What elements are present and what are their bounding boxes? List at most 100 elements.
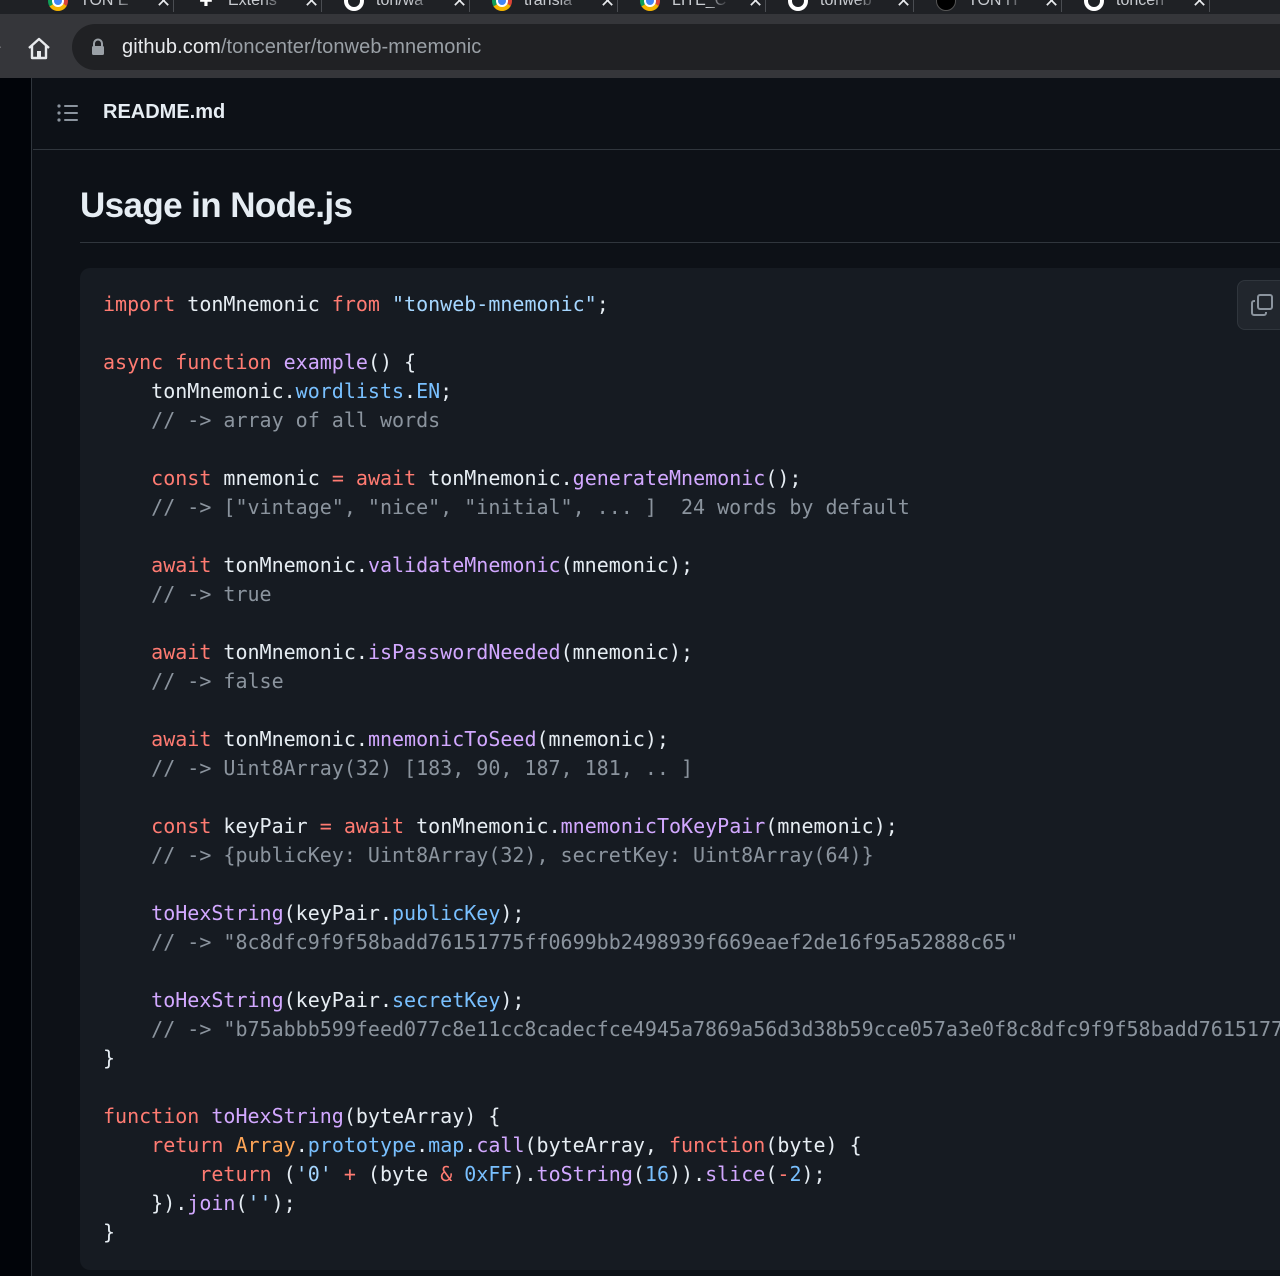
address-bar[interactable]: github.com/toncenter/tonweb-mnemonic: [72, 24, 1280, 70]
code-token: tonMnemonic.: [404, 814, 561, 838]
close-tab-icon[interactable]: ✕: [304, 0, 319, 10]
code-token: Array: [235, 1133, 296, 1157]
browser-tab[interactable]: transla ✕: [472, 0, 618, 12]
code-block: import tonMnemonic from "tonweb-mnemonic…: [80, 268, 1280, 1270]
chrome-icon: [48, 0, 68, 11]
dark-circle-icon: [936, 0, 956, 11]
code-token: toHexString: [211, 1104, 344, 1128]
code-token: // -> array of all words: [103, 408, 441, 432]
code-token: (mnemonic);: [765, 814, 898, 838]
tab-separator: [469, 0, 470, 12]
code-line: async function example() {: [103, 348, 1280, 377]
code-token: // -> false: [103, 669, 284, 693]
url-domain: github.com: [122, 35, 221, 58]
code-line: // -> "b75abbb599feed077c8e11cc8cadecfce…: [103, 1015, 1280, 1044]
url-text[interactable]: github.com/toncenter/tonweb-mnemonic: [122, 36, 481, 59]
code-token: mnemonicToSeed: [367, 727, 537, 751]
tab-separator: [1209, 0, 1210, 12]
code-token: .: [416, 1133, 429, 1157]
code-token: validateMnemonic: [367, 553, 561, 577]
close-tab-icon[interactable]: ✕: [748, 0, 763, 10]
code-token: const: [151, 814, 212, 838]
code-token: );: [500, 901, 525, 925]
code-token: call: [476, 1133, 525, 1157]
tab-title: TON H: [968, 0, 1018, 9]
code-token: .: [404, 379, 417, 403]
close-tab-icon[interactable]: ✕: [1192, 0, 1207, 10]
code-line: await tonMnemonic.validateMnemonic(mnemo…: [103, 551, 1280, 580]
browser-tab[interactable]: LITE_C ✕: [620, 0, 766, 12]
code-token: mnemonicToKeyPair: [560, 814, 766, 838]
tab-separator: [321, 0, 322, 12]
tab-separator: [1061, 0, 1062, 12]
code-token: from: [331, 292, 380, 316]
home-icon[interactable]: [26, 36, 52, 62]
code-token: tonMnemonic.: [211, 553, 368, 577]
lock-icon[interactable]: [90, 38, 106, 56]
code-token: 0xFF: [464, 1162, 513, 1186]
github-icon: [788, 0, 808, 11]
code-token: 16: [644, 1162, 670, 1186]
code-token: );: [500, 988, 525, 1012]
code-line: await tonMnemonic.isPasswordNeeded(mnemo…: [103, 638, 1280, 667]
code-token: .: [295, 1133, 308, 1157]
code-token: function: [103, 1104, 200, 1128]
code-token: (keyPair.: [283, 988, 392, 1012]
code-token: await: [151, 640, 212, 664]
code-line: function toHexString(byteArray) {: [103, 1102, 1280, 1131]
browser-tab[interactable]: TON H ✕: [916, 0, 1062, 12]
close-tab-icon[interactable]: ✕: [156, 0, 171, 10]
code-token: );: [801, 1162, 826, 1186]
close-tab-icon[interactable]: ✕: [600, 0, 615, 10]
browser-tab[interactable]: toncen ✕: [1064, 0, 1210, 12]
forward-icon[interactable]: ›: [0, 35, 6, 57]
browser-tab[interactable]: tonweb ✕: [768, 0, 914, 12]
code-line: toHexString(keyPair.secretKey);: [103, 986, 1280, 1015]
code-token: '': [247, 1191, 272, 1215]
code-content: import tonMnemonic from "tonweb-mnemonic…: [103, 290, 1280, 1247]
list-outline-icon[interactable]: [57, 103, 79, 123]
browser-tab[interactable]: TON E ✕: [28, 0, 174, 12]
code-token: secretKey: [392, 988, 501, 1012]
browser-toolbar: › github.com/toncenter/tonweb-mnemonic: [0, 14, 1280, 78]
code-line: }: [103, 1218, 1280, 1247]
code-token: toString: [536, 1162, 633, 1186]
code-token: // -> "b75abbb599feed077c8e11cc8cadecfce…: [103, 1017, 1280, 1041]
code-token: toHexString: [151, 901, 284, 925]
browser-tab[interactable]: ✚ Extens ✕: [176, 0, 322, 12]
close-tab-icon[interactable]: ✕: [1044, 0, 1059, 10]
chrome-icon: [640, 0, 660, 11]
code-token: const: [151, 466, 212, 490]
code-token: EN: [416, 379, 441, 403]
close-tab-icon[interactable]: ✕: [452, 0, 467, 10]
code-token: (keyPair.: [283, 901, 392, 925]
code-line: // -> array of all words: [103, 406, 1280, 435]
tab-separator: [765, 0, 766, 12]
tab-title: Extens: [228, 0, 277, 9]
code-line: tonMnemonic.wordlists.EN;: [103, 377, 1280, 406]
code-token: (byteArray) {: [343, 1104, 501, 1128]
code-token: (mnemonic);: [560, 553, 694, 577]
tab-title: LITE_C: [672, 0, 727, 9]
browser-tab[interactable]: ton/wa ✕: [324, 0, 470, 12]
tab-separator: [173, 0, 174, 12]
code-token: // -> true: [103, 582, 272, 606]
code-token: (byte) {: [765, 1133, 862, 1157]
close-tab-icon[interactable]: ✕: [896, 0, 911, 10]
code-token: // -> Uint8Array(32) [183, 90, 187, 181,…: [103, 756, 694, 780]
code-line: import tonMnemonic from "tonweb-mnemonic…: [103, 290, 1280, 319]
github-icon: [344, 0, 364, 11]
